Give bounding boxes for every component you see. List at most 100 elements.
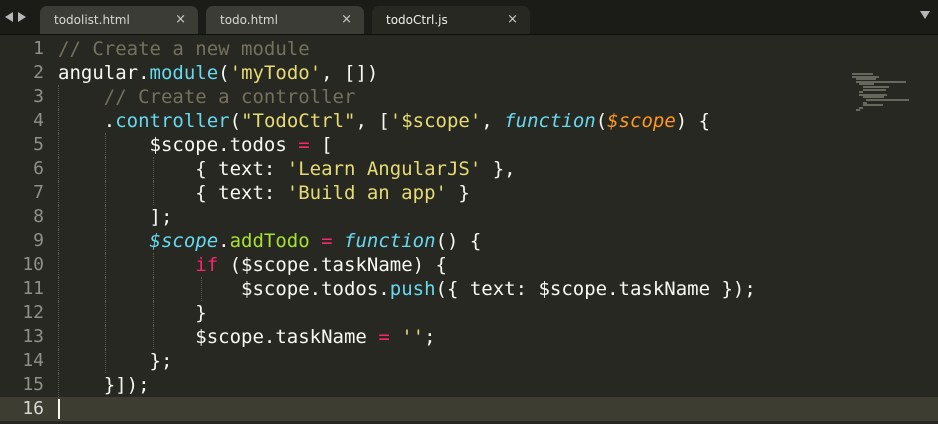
code-line: .controller("TodoCtrl", ['$scope', funct… bbox=[58, 109, 848, 133]
operator: = bbox=[298, 134, 310, 156]
tab-bar: todolist.html × todo.html × todoCtrl.js … bbox=[0, 0, 938, 35]
minimap-line bbox=[862, 88, 886, 91]
method-name: addTodo bbox=[229, 230, 310, 252]
indent-guide bbox=[105, 205, 106, 229]
indent-guide bbox=[105, 253, 106, 277]
nav-right-icon[interactable] bbox=[18, 12, 26, 22]
line-number: 4 bbox=[33, 110, 44, 131]
indent-guide bbox=[105, 157, 106, 181]
punctuation: ( bbox=[595, 110, 608, 132]
identifier: { text: bbox=[195, 182, 287, 204]
indent-guide bbox=[58, 373, 59, 397]
tab-todo-html[interactable]: todo.html × bbox=[206, 6, 364, 34]
indent-guide bbox=[58, 181, 59, 205]
indent-guide bbox=[153, 181, 154, 205]
method-call: push bbox=[389, 278, 436, 300]
indent-guide bbox=[105, 133, 106, 157]
string: '$scope' bbox=[389, 110, 482, 132]
code-line: // Create a controller bbox=[58, 85, 848, 109]
code-line: }]); bbox=[58, 373, 848, 397]
operator: = bbox=[321, 230, 333, 252]
code-line: // Create a new module bbox=[58, 37, 848, 61]
indent-guide bbox=[105, 349, 106, 373]
line-number: 1 bbox=[33, 38, 44, 59]
string: '' bbox=[401, 326, 425, 348]
identifier: $scope.todos. bbox=[241, 278, 390, 300]
line-number-current: 16 bbox=[22, 398, 44, 419]
punctuation: }]); bbox=[103, 374, 150, 396]
code-line: }; bbox=[58, 349, 848, 373]
punctuation: }, bbox=[481, 158, 516, 180]
identifier: ({ text: $scope.taskName }); bbox=[435, 278, 756, 300]
editor-window: todolist.html × todo.html × todoCtrl.js … bbox=[0, 0, 938, 424]
tab-menu-icon[interactable] bbox=[920, 11, 930, 19]
minimap[interactable] bbox=[852, 73, 922, 113]
code-line: angular.module('myTodo', []) bbox=[58, 61, 848, 85]
minimap-line bbox=[862, 104, 883, 107]
indent-guide bbox=[58, 349, 59, 373]
code-line: ]; bbox=[58, 205, 848, 229]
indent-guide bbox=[58, 205, 59, 229]
code-line-current bbox=[58, 397, 848, 421]
indent-guide bbox=[58, 109, 59, 133]
keyword-function: function bbox=[504, 110, 596, 132]
code-line: $scope.addTodo = function() { bbox=[58, 229, 848, 253]
punctuation: , []) bbox=[321, 62, 379, 84]
indent-guide bbox=[58, 325, 59, 349]
tab-todolist-html[interactable]: todolist.html × bbox=[40, 6, 198, 34]
punctuation: ; bbox=[424, 326, 436, 348]
code-line: $scope.todos = [ bbox=[58, 133, 848, 157]
minimap-line bbox=[855, 109, 860, 112]
punctuation: . bbox=[138, 62, 150, 84]
line-number: 3 bbox=[33, 86, 44, 107]
indent-guide bbox=[105, 229, 106, 253]
tab-navigation bbox=[5, 10, 35, 24]
line-number: 15 bbox=[22, 374, 44, 395]
line-number: 13 bbox=[22, 326, 44, 347]
indent-guide bbox=[58, 277, 59, 301]
line-number-gutter: 1 2 3 4 5 6 7 8 9 10 11 12 13 14 15 16 bbox=[0, 37, 44, 421]
close-icon[interactable]: × bbox=[507, 6, 518, 34]
indent-guide bbox=[153, 277, 154, 301]
identifier: ($scope.taskName) { bbox=[218, 254, 447, 276]
punctuation: }; bbox=[149, 350, 173, 372]
code-line: $scope.taskName = ''; bbox=[58, 325, 848, 349]
code-area[interactable]: // Create a new module angular.module('m… bbox=[58, 37, 848, 421]
code-editor[interactable]: 1 2 3 4 5 6 7 8 9 10 11 12 13 14 15 16 /… bbox=[0, 35, 938, 424]
nav-left-icon[interactable] bbox=[5, 12, 13, 22]
indent-guide bbox=[153, 253, 154, 277]
close-icon[interactable]: × bbox=[341, 6, 352, 34]
indent-guide bbox=[105, 277, 106, 301]
punctuation: ( bbox=[218, 62, 230, 84]
minimap-line bbox=[859, 106, 864, 109]
indent-guide bbox=[58, 157, 59, 181]
comment: // Create a controller bbox=[103, 86, 356, 108]
line-number: 11 bbox=[22, 278, 44, 299]
string: 'myTodo' bbox=[229, 62, 322, 84]
line-number: 8 bbox=[33, 206, 44, 227]
minimap-line bbox=[866, 98, 910, 101]
line-number: 2 bbox=[33, 62, 44, 83]
indent-guide bbox=[58, 133, 59, 157]
punctuation: [ bbox=[309, 134, 333, 156]
indent-guide bbox=[105, 301, 106, 325]
identifier: { text: bbox=[195, 158, 287, 180]
indent-guide bbox=[58, 301, 59, 325]
string: 'Build an app' bbox=[286, 182, 447, 204]
keyword-if: if bbox=[195, 254, 219, 276]
comment: // Create a new module bbox=[58, 38, 310, 60]
punctuation: } bbox=[195, 302, 207, 324]
method-call: controller bbox=[115, 110, 230, 132]
string: "TodoCtrl" bbox=[241, 110, 356, 132]
punctuation: ]; bbox=[149, 206, 173, 228]
code-line: { text: 'Build an app' } bbox=[58, 181, 848, 205]
line-number: 14 bbox=[22, 350, 44, 371]
punctuation: , [ bbox=[355, 110, 390, 132]
tab-todoctrl-js[interactable]: todoCtrl.js × bbox=[372, 6, 530, 34]
keyword-function: function bbox=[344, 230, 436, 252]
indent-guide bbox=[105, 181, 106, 205]
close-icon[interactable]: × bbox=[175, 6, 186, 34]
code-line: if ($scope.taskName) { bbox=[58, 253, 848, 277]
